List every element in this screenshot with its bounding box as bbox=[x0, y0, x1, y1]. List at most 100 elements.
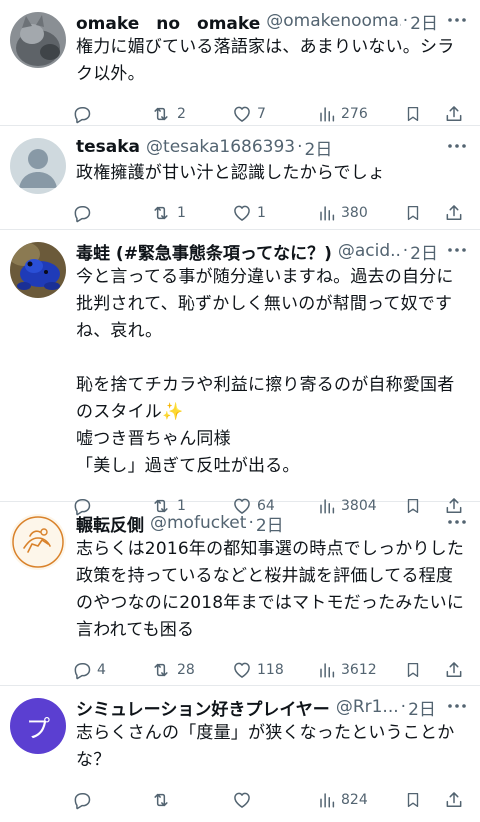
share-button[interactable] bbox=[444, 790, 466, 810]
display-name[interactable]: シミュレーション好きプレイヤー bbox=[76, 695, 330, 720]
tweet[interactable]: 毒蛙 (#緊急事態条項ってなに？) @acid... · 2日 今と言ってる事が… bbox=[0, 230, 480, 516]
like-button[interactable]: 7 bbox=[232, 104, 318, 124]
share-button[interactable] bbox=[444, 203, 466, 223]
share-button[interactable] bbox=[444, 660, 466, 680]
tweet-header: tesaka @tesaka1686393 · 2日 bbox=[76, 134, 466, 160]
view-count: 3612 bbox=[341, 662, 377, 678]
tweet-text-part: 今と言ってる事が随分違いますね。過去の自分に批判されて、恥ずかしく無いのが幇間っ… bbox=[76, 267, 455, 422]
retweet-count: 1 bbox=[177, 205, 186, 221]
sparkles-emoji: ✨ bbox=[162, 402, 184, 422]
tweet-text: 今と言ってる事が随分違いますね。過去の自分に批判されて、恥ずかしく無いのが幇間っ… bbox=[76, 264, 466, 480]
share-icon bbox=[446, 106, 462, 121]
display-name[interactable]: tesaka bbox=[76, 137, 140, 157]
tweet-text-part: 嘘つき晋ちゃん同様 「美し」過ぎて反吐が出る。 bbox=[76, 429, 300, 476]
views-icon bbox=[320, 107, 335, 122]
view-count: 276 bbox=[341, 106, 368, 122]
avatar-letter: プ bbox=[26, 714, 50, 743]
reply-icon bbox=[74, 107, 91, 124]
more-icon[interactable] bbox=[444, 8, 470, 32]
reply-button[interactable] bbox=[72, 203, 150, 223]
tweet-header: 輾転反側 @mofucket · 2日 bbox=[76, 510, 466, 536]
display-name[interactable]: 毒蛙 (#緊急事態条項ってなに？) bbox=[76, 239, 332, 264]
retweet-button[interactable] bbox=[150, 790, 232, 810]
user-handle[interactable]: @mofucket bbox=[150, 513, 246, 533]
timestamp[interactable]: 2日 bbox=[256, 511, 284, 536]
bookmark-icon bbox=[407, 106, 419, 122]
timestamp[interactable]: 2日 bbox=[410, 239, 438, 264]
retweet-count: 28 bbox=[177, 662, 195, 678]
tweet-header: 毒蛙 (#緊急事態条項ってなに？) @acid... · 2日 bbox=[76, 238, 466, 264]
reply-button[interactable] bbox=[72, 790, 150, 810]
tweet[interactable]: omake no omake @omakenooma... · 2日 権力に媚び… bbox=[0, 0, 480, 126]
more-icon[interactable] bbox=[444, 238, 470, 262]
bookmark-button[interactable] bbox=[404, 203, 444, 223]
like-button[interactable]: 1 bbox=[232, 203, 318, 223]
like-icon bbox=[234, 205, 250, 221]
like-button[interactable] bbox=[232, 790, 318, 810]
more-icon[interactable] bbox=[444, 134, 470, 158]
retweet-button[interactable]: 1 bbox=[150, 203, 232, 223]
like-icon bbox=[234, 792, 250, 808]
views-button[interactable]: 824 bbox=[318, 791, 404, 809]
views-icon bbox=[320, 206, 335, 221]
tweet-text: 権力に媚びている落語家は、あまりいない。シラク以外。 bbox=[76, 37, 455, 84]
avatar[interactable] bbox=[10, 514, 66, 570]
tweet-header: omake no omake @omakenooma... · 2日 bbox=[76, 8, 466, 34]
display-name[interactable]: omake no omake bbox=[76, 9, 260, 34]
bookmark-button[interactable] bbox=[404, 104, 444, 124]
tweet[interactable]: プ シミュレーション好きプレイヤー @Rr1... · 2日 志らくさんの「度量… bbox=[0, 686, 480, 810]
bookmark-icon bbox=[407, 662, 419, 678]
user-handle[interactable]: @acid... bbox=[338, 241, 401, 261]
views-button[interactable]: 3612 bbox=[318, 661, 404, 679]
timeline-feed: omake no omake @omakenooma... · 2日 権力に媚び… bbox=[0, 0, 480, 810]
reply-icon bbox=[74, 793, 91, 810]
reply-button[interactable] bbox=[72, 104, 150, 124]
bookmark-button[interactable] bbox=[404, 660, 444, 680]
timestamp[interactable]: 2日 bbox=[305, 135, 333, 160]
reply-icon bbox=[74, 663, 91, 680]
view-count: 824 bbox=[341, 792, 368, 808]
like-icon bbox=[234, 106, 250, 122]
separator-dot: · bbox=[400, 697, 407, 717]
views-button[interactable]: 276 bbox=[318, 105, 404, 123]
share-icon bbox=[446, 205, 462, 220]
retweet-button[interactable]: 2 bbox=[150, 104, 232, 124]
avatar[interactable] bbox=[10, 138, 66, 194]
separator-dot: · bbox=[402, 11, 409, 31]
avatar[interactable]: プ bbox=[10, 698, 66, 754]
display-name[interactable]: 輾転反側 bbox=[76, 511, 144, 536]
tweet[interactable]: 輾転反側 @mofucket · 2日 志らくは2016年の都知事選の時点でしっ… bbox=[0, 502, 480, 686]
bookmark-icon bbox=[407, 205, 419, 221]
like-icon bbox=[234, 662, 250, 678]
reply-button[interactable]: 4 bbox=[72, 660, 150, 680]
avatar[interactable] bbox=[10, 242, 66, 298]
tweet-text: 志らくさんの「度量」が狭くなったということかな？ bbox=[76, 723, 455, 770]
view-count: 380 bbox=[341, 205, 368, 221]
reply-count: 4 bbox=[97, 662, 106, 678]
views-button[interactable]: 380 bbox=[318, 204, 404, 222]
avatar[interactable] bbox=[10, 12, 66, 68]
tweet[interactable]: tesaka @tesaka1686393 · 2日 政権擁護が甘い汁と認識した… bbox=[0, 126, 480, 230]
share-button[interactable] bbox=[444, 104, 466, 124]
views-icon bbox=[320, 793, 335, 808]
separator-dot: · bbox=[248, 513, 254, 533]
user-handle[interactable]: @Rr1... bbox=[336, 697, 399, 717]
retweet-button[interactable]: 28 bbox=[150, 660, 232, 680]
like-count: 1 bbox=[257, 205, 266, 221]
user-handle[interactable]: @omakenooma... bbox=[266, 11, 400, 31]
more-icon[interactable] bbox=[444, 694, 470, 718]
like-button[interactable]: 118 bbox=[232, 660, 318, 680]
like-count: 118 bbox=[257, 662, 284, 678]
retweet-icon bbox=[154, 107, 168, 121]
more-icon[interactable] bbox=[444, 510, 470, 534]
views-icon bbox=[320, 663, 335, 678]
share-icon bbox=[446, 792, 462, 807]
timestamp[interactable]: 2日 bbox=[410, 9, 438, 34]
separator-dot: · bbox=[297, 137, 303, 157]
bookmark-button[interactable] bbox=[404, 790, 444, 810]
timestamp[interactable]: 2日 bbox=[408, 695, 436, 720]
action-bar: 824 bbox=[72, 778, 472, 822]
user-handle[interactable]: @tesaka1686393 bbox=[146, 137, 295, 157]
retweet-icon bbox=[154, 663, 168, 677]
bookmark-icon bbox=[407, 792, 419, 808]
